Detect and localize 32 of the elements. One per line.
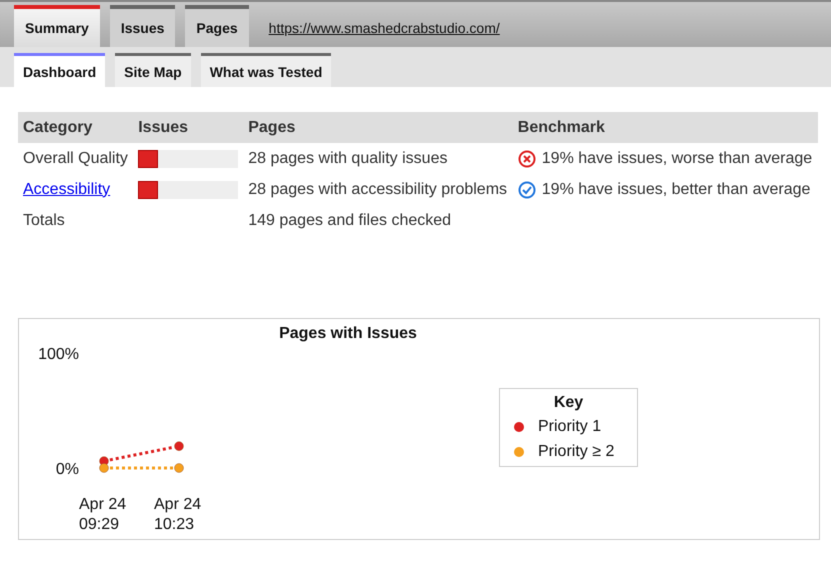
axis-label: 0% bbox=[56, 461, 79, 478]
benchmark-text: 19% have issues, worse than average bbox=[542, 150, 812, 168]
chart-title: Pages with Issues bbox=[279, 325, 417, 342]
tab[interactable]: Summary bbox=[14, 5, 100, 47]
legend-label: Priority ≥ 2 bbox=[538, 442, 614, 460]
axis-label: Apr 24 09:29 bbox=[79, 496, 126, 533]
data-point bbox=[174, 441, 184, 451]
column-header: Pages bbox=[243, 112, 513, 143]
benchmark-text: 19% have issues, better than average bbox=[542, 180, 810, 198]
tab[interactable]: Dashboard bbox=[14, 53, 106, 87]
tab[interactable]: What was Tested bbox=[200, 53, 332, 87]
check-icon bbox=[518, 180, 536, 198]
pages-cell-text: 149 pages and files checked bbox=[247, 210, 452, 230]
legend-label: Priority 1 bbox=[538, 418, 602, 436]
legend-title: Key bbox=[552, 394, 584, 412]
pages-cell: 28 pages with quality issues bbox=[243, 143, 513, 174]
data-point bbox=[99, 463, 109, 473]
category-link[interactable]: Accessibility bbox=[23, 180, 110, 198]
column-header: Benchmark bbox=[512, 112, 818, 143]
column-header: Category bbox=[18, 112, 134, 143]
column-header: Issues bbox=[133, 112, 244, 143]
tab[interactable]: Issues bbox=[110, 5, 176, 47]
category-label: Totals bbox=[23, 212, 65, 228]
error-icon bbox=[518, 150, 536, 168]
data-point bbox=[174, 463, 184, 473]
pages-cell-text: 28 pages with accessibility problems bbox=[247, 180, 508, 200]
tab[interactable]: Pages bbox=[185, 5, 249, 47]
tab[interactable]: Site Map bbox=[115, 53, 191, 87]
category-label: Overall Quality bbox=[23, 150, 128, 166]
axis-label: 100% bbox=[38, 346, 79, 363]
site-link[interactable]: https://www.smashedcrabstudio.com/ bbox=[268, 20, 500, 36]
axis-label: Apr 24 10:23 bbox=[154, 496, 202, 533]
